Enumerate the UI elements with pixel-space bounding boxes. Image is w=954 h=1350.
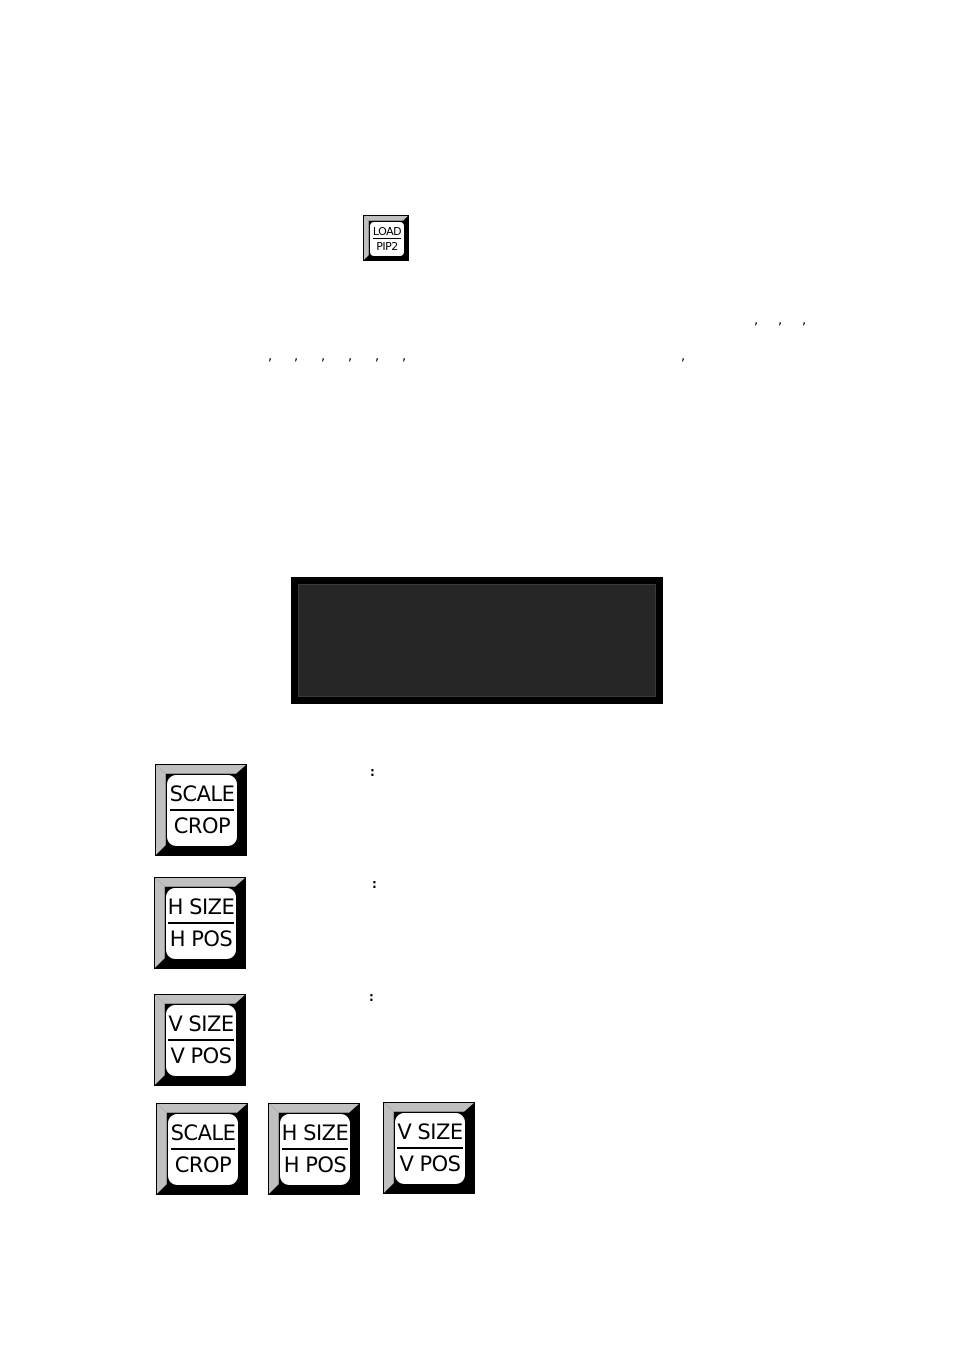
key-label-top: SCALE <box>169 784 235 811</box>
key-label-top: V SIZE <box>397 1122 463 1149</box>
key-label-bottom: CROP <box>173 814 231 838</box>
key-face: LOAD PIP2 <box>369 221 405 257</box>
key-face: V SIZE V POS <box>394 1112 466 1185</box>
comma: , <box>802 313 807 328</box>
key-label-top: H SIZE <box>281 1123 349 1150</box>
comma: , <box>754 313 759 328</box>
colon: : <box>372 877 377 891</box>
lcd-display-panel <box>291 577 663 704</box>
comma: , <box>375 349 380 364</box>
key-label-bottom: H POS <box>169 927 233 951</box>
key-label-bottom: H POS <box>283 1153 347 1177</box>
key-face: H SIZE H POS <box>279 1113 351 1186</box>
key-label-bottom: CROP <box>174 1153 232 1177</box>
key-face: SCALE CROP <box>167 1113 239 1186</box>
colon: : <box>369 990 374 1004</box>
key-label-bottom: V POS <box>170 1044 232 1068</box>
comma: , <box>681 349 686 364</box>
lcd-display-screen <box>298 584 656 697</box>
comma: , <box>402 349 407 364</box>
comma: , <box>294 349 299 364</box>
scale-crop-key[interactable]: SCALE CROP <box>155 764 247 856</box>
load-pip2-key[interactable]: LOAD PIP2 <box>363 215 409 261</box>
h-size-h-pos-key[interactable]: H SIZE H POS <box>268 1103 360 1195</box>
key-label-bottom: V POS <box>399 1152 461 1176</box>
key-label-top: H SIZE <box>167 897 235 924</box>
comma: , <box>268 349 273 364</box>
key-label-top: LOAD <box>372 225 402 239</box>
key-label-bottom: PIP2 <box>376 240 398 253</box>
key-label-top: SCALE <box>170 1123 236 1150</box>
key-face: SCALE CROP <box>166 774 238 847</box>
key-label-top: V SIZE <box>168 1014 234 1041</box>
key-face: V SIZE V POS <box>165 1004 237 1077</box>
comma: , <box>778 313 783 328</box>
v-size-v-pos-key[interactable]: V SIZE V POS <box>154 994 246 1086</box>
comma: , <box>321 349 326 364</box>
key-face: H SIZE H POS <box>165 887 237 960</box>
colon: : <box>370 765 375 779</box>
v-size-v-pos-key[interactable]: V SIZE V POS <box>383 1102 475 1194</box>
h-size-h-pos-key[interactable]: H SIZE H POS <box>154 877 246 969</box>
comma: , <box>348 349 353 364</box>
scale-crop-key[interactable]: SCALE CROP <box>156 1103 248 1195</box>
